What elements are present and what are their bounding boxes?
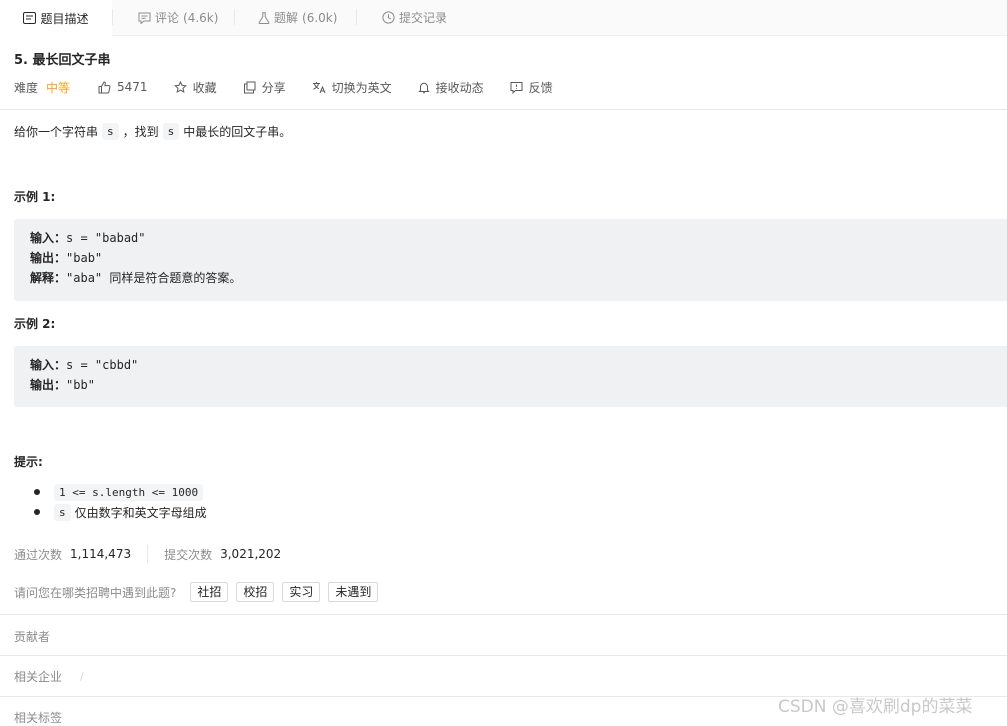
difficulty-badge: 中等 — [46, 80, 71, 95]
bullet — [34, 509, 40, 515]
tab-comments[interactable]: 评论 (4.6k) — [138, 0, 218, 35]
tab-solutions-label: 题解 — [274, 11, 299, 25]
accepted-count: 1,114,473 — [70, 547, 132, 561]
bell-icon — [417, 82, 430, 93]
input-value: s = "cbbd" — [66, 358, 139, 372]
description-text: 中最长的回文子串。 — [183, 125, 292, 139]
description-text: ，找到 — [122, 125, 159, 139]
tab-solutions-count: (6.0k) — [302, 10, 338, 25]
tab-description[interactable]: 题目描述 — [0, 0, 112, 36]
tab-solutions[interactable]: 题解 (6.0k) — [258, 0, 337, 35]
bullet — [34, 489, 40, 495]
problem-description: 给你一个字符串 s ，找到 s 中最长的回文子串。 — [14, 123, 291, 140]
feedback-button[interactable]: 反馈 — [510, 79, 553, 96]
tab-divider — [234, 9, 235, 25]
stats-divider — [147, 545, 149, 563]
companies-separator: / — [80, 670, 84, 683]
problem-meta-row: 难度 中等 5471 收藏 分享 切换为英文 接收动态 反馈 — [14, 78, 579, 96]
option-campus-hire[interactable]: 校招 — [236, 582, 275, 602]
related-tags-section[interactable]: 相关标签 — [14, 709, 62, 726]
explain-value: "aba" 同样是符合题意的答案。 — [66, 271, 242, 285]
share-button[interactable]: 分享 — [243, 79, 286, 96]
hint-item: 1 <= s.length <= 1000 — [34, 482, 207, 502]
example-1-input-line: 输入：s = "babad" — [30, 228, 146, 248]
example-1-explain-line: 解释："aba" 同样是符合题意的答案。 — [30, 268, 241, 288]
input-label: 输入： — [30, 231, 67, 245]
problem-title: 5. 最长回文子串 — [14, 53, 111, 68]
option-not-met[interactable]: 未遇到 — [328, 582, 379, 602]
input-value: s = "babad" — [66, 231, 146, 245]
interview-survey: 请问您在哪类招聘中遇到此题? 社招 校招 实习 未遇到 — [14, 582, 386, 602]
subscribe-label: 接收动态 — [435, 80, 484, 95]
share-label: 分享 — [261, 80, 286, 95]
example-1-output-line: 输出："bab" — [30, 248, 102, 268]
difficulty-label: 难度 — [14, 80, 39, 95]
favorite-button[interactable]: 收藏 — [173, 79, 217, 96]
divider — [0, 655, 1007, 656]
flask-icon — [258, 11, 270, 24]
like-count: 5471 — [117, 80, 148, 94]
translate-icon — [312, 81, 326, 93]
hint-item: s 仅由数字和英文字母组成 — [34, 502, 207, 522]
related-companies-section[interactable]: 相关企业 — [14, 668, 62, 685]
tab-divider — [356, 9, 357, 25]
example-1-block: 输入：s = "babad" 输出："bab" 解释："aba" 同样是符合题意… — [14, 219, 1007, 301]
option-internship[interactable]: 实习 — [282, 582, 321, 602]
feedback-icon — [510, 81, 523, 94]
description-text: 给你一个字符串 — [14, 125, 99, 139]
divider — [0, 614, 1007, 615]
tab-comments-count: (4.6k) — [183, 10, 219, 25]
example-2-heading: 示例 2: — [14, 317, 56, 331]
example-1-heading: 示例 1: — [14, 190, 56, 204]
tab-divider — [112, 9, 113, 25]
survey-question: 请问您在哪类招聘中遇到此题? — [14, 585, 177, 600]
comment-icon — [138, 12, 151, 24]
explain-label: 解释： — [30, 271, 67, 285]
hints-heading: 提示: — [14, 455, 43, 469]
hint-text: 仅由数字和英文字母组成 — [74, 505, 207, 520]
watermark: CSDN @喜欢刷dp的菜菜 — [778, 697, 973, 717]
option-social-hire[interactable]: 社招 — [190, 582, 229, 602]
inline-code: 1 <= s.length <= 1000 — [54, 483, 204, 501]
inline-code: s — [102, 123, 119, 140]
tab-comments-label: 评论 — [155, 11, 180, 25]
input-label: 输入： — [30, 358, 67, 372]
example-2-input-line: 输入：s = "cbbd" — [30, 355, 138, 375]
share-icon — [243, 81, 256, 93]
tab-submissions[interactable]: 提交记录 — [382, 0, 447, 35]
inline-code: s — [162, 123, 180, 140]
contributors-section[interactable]: 贡献者 — [14, 628, 50, 645]
submissions-count: 3,021,202 — [220, 547, 282, 561]
output-label: 输出： — [30, 251, 67, 265]
output-value: "bab" — [66, 251, 103, 265]
favorite-label: 收藏 — [192, 80, 217, 95]
feedback-label: 反馈 — [528, 80, 553, 95]
inline-code: s — [54, 503, 71, 521]
example-2-output-line: 输出："bb" — [30, 375, 95, 395]
tab-description-label: 题目描述 — [40, 11, 89, 26]
divider — [0, 109, 1007, 110]
switch-language-button[interactable]: 切换为英文 — [312, 79, 392, 96]
clock-icon — [382, 11, 395, 24]
switch-language-label: 切换为英文 — [331, 80, 392, 95]
subscribe-button[interactable]: 接收动态 — [417, 79, 484, 96]
submissions-label: 提交次数 — [164, 547, 213, 562]
tab-submissions-label: 提交记录 — [399, 11, 448, 25]
output-value: "bb" — [66, 378, 95, 392]
document-icon — [23, 12, 37, 24]
problem-tabs: 题目描述 评论 (4.6k) 题解 (6.0k) 提交记录 — [0, 0, 1007, 36]
submission-stats: 通过次数 1,114,473 提交次数 3,021,202 — [14, 545, 281, 563]
star-icon — [173, 80, 187, 93]
example-2-block: 输入：s = "cbbd" 输出："bb" — [14, 346, 1007, 407]
like-button[interactable]: 5471 — [98, 80, 148, 94]
accepted-label: 通过次数 — [14, 547, 63, 562]
output-label: 输出： — [30, 378, 67, 392]
thumbs-up-icon — [98, 80, 111, 93]
